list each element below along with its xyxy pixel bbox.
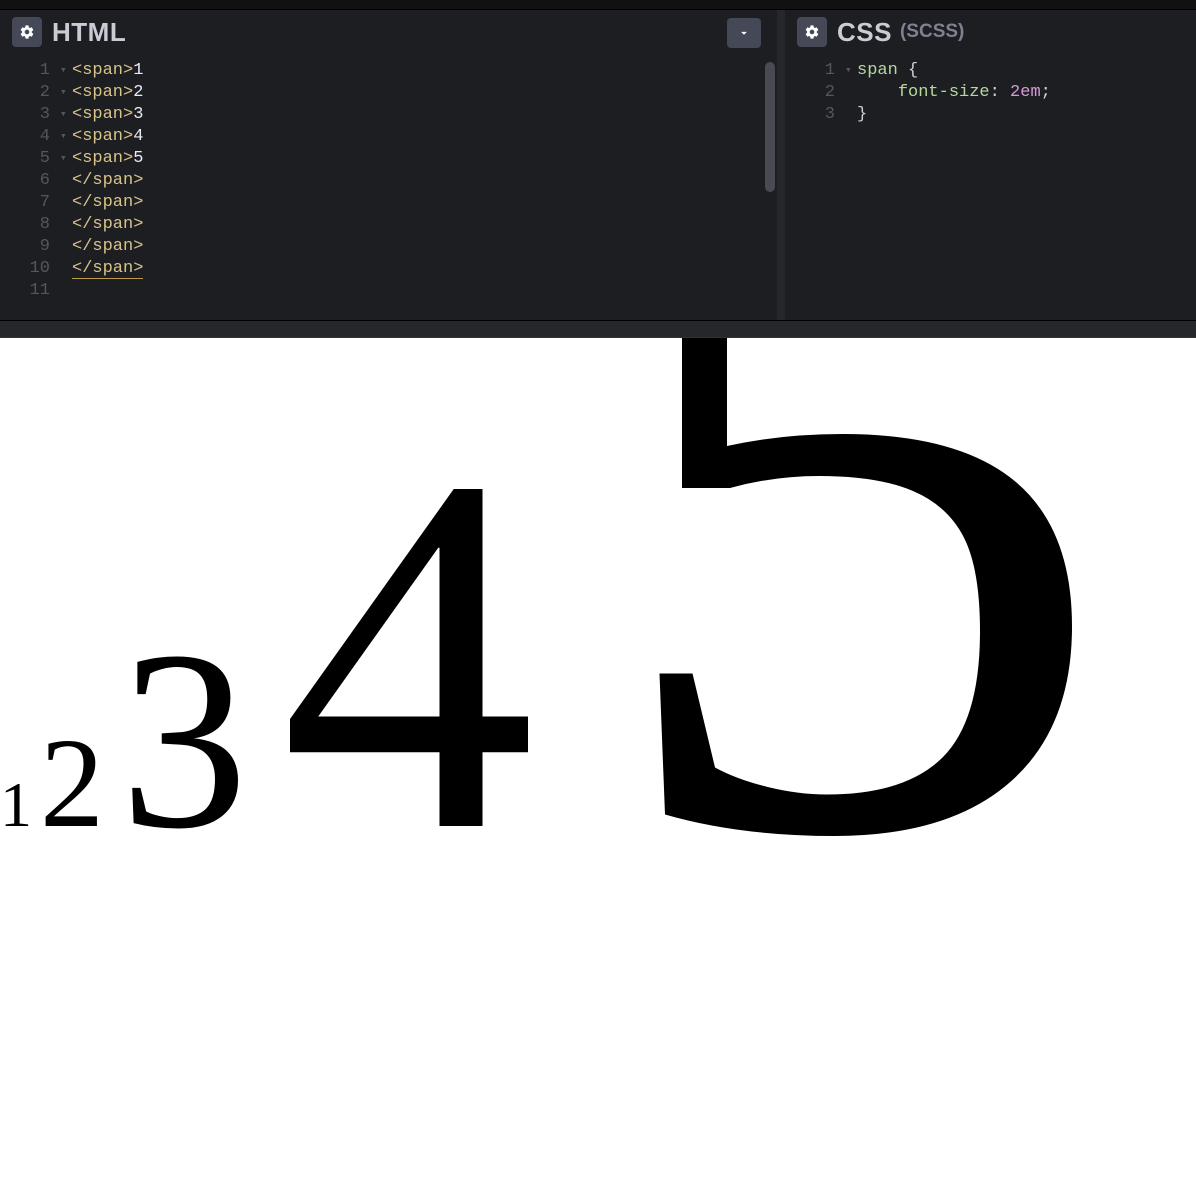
fold-marker[interactable]: [845, 104, 857, 126]
code-line: 2▾<span>2: [0, 82, 777, 104]
code-line: 2 font-size: 2em;: [785, 82, 1196, 104]
line-number: 1: [0, 60, 60, 82]
digit-1: 1: [0, 769, 32, 840]
code-line: 3▾<span>3: [0, 104, 777, 126]
code-line: 8 </span>: [0, 214, 777, 236]
line-number: 5: [0, 148, 60, 170]
html-panel-header: HTML: [0, 10, 777, 54]
line-number: 3: [785, 104, 845, 126]
digit-2: 2: [40, 712, 104, 854]
line-number: 11: [0, 280, 60, 302]
line-number: 6: [0, 170, 60, 192]
rendered-output: 1 2 3 4 5: [0, 338, 1112, 1070]
line-number: 3: [0, 104, 60, 126]
gear-icon[interactable]: [12, 17, 42, 47]
html-code-editor[interactable]: 1▾<span>12▾<span>23▾<span>34▾<span>45▾<s…: [0, 54, 777, 320]
code-line: 10 </span>: [0, 258, 777, 280]
output-preview: 1 2 3 4 5: [0, 338, 1196, 1200]
fold-marker[interactable]: ▾: [60, 104, 72, 126]
fold-marker[interactable]: ▾: [60, 60, 72, 82]
digit-5: 5: [600, 338, 1112, 1048]
code-content: </span>: [72, 192, 777, 214]
css-panel-title: CSS: [837, 17, 892, 48]
css-panel-header: CSS (SCSS): [785, 10, 1196, 54]
line-number: 9: [0, 236, 60, 258]
fold-marker[interactable]: [60, 258, 72, 280]
fold-marker[interactable]: ▾: [60, 126, 72, 148]
code-content: </span>: [72, 170, 777, 192]
fold-marker[interactable]: [60, 280, 72, 302]
code-content: <span>1: [72, 60, 777, 82]
html-panel-title: HTML: [52, 17, 126, 48]
code-line: 6 </span>: [0, 170, 777, 192]
css-panel: CSS (SCSS) 1▾span {2 font-size: 2em;3}: [785, 10, 1196, 320]
code-line: 11: [0, 280, 777, 302]
chevron-down-icon[interactable]: [727, 18, 761, 48]
code-content: </span>: [72, 258, 777, 280]
code-line: 4▾<span>4: [0, 126, 777, 148]
code-line: 5▾<span>5: [0, 148, 777, 170]
editor-panels: HTML 1▾<span>12▾<span>23▾<span>34▾<span>…: [0, 10, 1196, 320]
digit-3: 3: [120, 599, 248, 882]
code-line: 9 </span>: [0, 236, 777, 258]
scrollbar-thumb[interactable]: [765, 62, 775, 192]
line-number: 7: [0, 192, 60, 214]
fold-marker[interactable]: [60, 192, 72, 214]
line-number: 2: [785, 82, 845, 104]
css-panel-subtitle: (SCSS): [900, 21, 964, 43]
code-content: <span>4: [72, 126, 777, 148]
line-number: 4: [0, 126, 60, 148]
code-line: 1▾<span>1: [0, 60, 777, 82]
fold-marker[interactable]: [60, 170, 72, 192]
code-content: [72, 280, 777, 302]
code-content: }: [857, 104, 1196, 126]
fold-marker[interactable]: [845, 82, 857, 104]
code-content: <span>2: [72, 82, 777, 104]
code-line: 7 </span>: [0, 192, 777, 214]
fold-marker[interactable]: ▾: [845, 60, 857, 82]
gear-icon[interactable]: [797, 17, 827, 47]
fold-marker[interactable]: [60, 214, 72, 236]
digit-4: 4: [280, 370, 536, 937]
html-panel: HTML 1▾<span>12▾<span>23▾<span>34▾<span>…: [0, 10, 785, 320]
fold-marker[interactable]: [60, 236, 72, 258]
code-line: 3}: [785, 104, 1196, 126]
code-content: span {: [857, 60, 1196, 82]
line-number: 1: [785, 60, 845, 82]
code-content: </span>: [72, 214, 777, 236]
line-number: 2: [0, 82, 60, 104]
code-content: <span>3: [72, 104, 777, 126]
panel-divider[interactable]: [0, 320, 1196, 338]
code-content: </span>: [72, 236, 777, 258]
fold-marker[interactable]: ▾: [60, 82, 72, 104]
code-content: <span>5: [72, 148, 777, 170]
code-line: 1▾span {: [785, 60, 1196, 82]
code-content: font-size: 2em;: [857, 82, 1196, 104]
line-number: 8: [0, 214, 60, 236]
line-number: 10: [0, 258, 60, 280]
window-top-bar: [0, 0, 1196, 10]
css-code-editor[interactable]: 1▾span {2 font-size: 2em;3}: [785, 54, 1196, 320]
fold-marker[interactable]: ▾: [60, 148, 72, 170]
